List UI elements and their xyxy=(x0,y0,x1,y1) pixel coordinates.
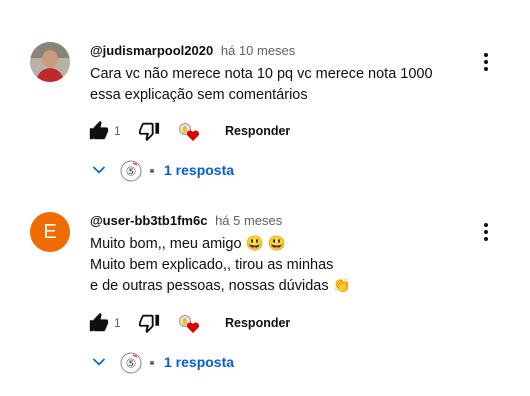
replies-count: 1 resposta xyxy=(164,162,235,178)
chevron-down-icon xyxy=(92,358,106,366)
separator-dot xyxy=(150,361,154,365)
creator-heart-icon: ✋ xyxy=(179,123,200,141)
dislike-button[interactable] xyxy=(138,119,160,143)
comment-time[interactable]: há 10 meses xyxy=(221,43,295,58)
reply-button[interactable]: Responder xyxy=(225,119,290,143)
comment-actions: 1 ✋ Responder xyxy=(88,119,348,143)
replies-count: 1 resposta xyxy=(164,354,235,370)
svg-text:⑤: ⑤ xyxy=(126,357,137,371)
comment-header: @user-bb3tb1fm6c há 5 meses xyxy=(90,213,282,228)
comment-time[interactable]: há 5 meses xyxy=(215,213,282,228)
like-count: 1 xyxy=(114,316,121,330)
like-button[interactable]: 1 xyxy=(88,119,121,143)
comment-line: e de outras pessoas, nossas dúvidas 👏 xyxy=(90,278,351,294)
comment-author[interactable]: @user-bb3tb1fm6c xyxy=(90,213,207,228)
like-count: 1 xyxy=(114,124,121,138)
comment-line: Cara vc não merece nota 10 pq vc merece … xyxy=(90,66,433,82)
comment-text: Cara vc não merece nota 10 pq vc merece … xyxy=(90,64,433,106)
comment-author[interactable]: @judismarpool2020 xyxy=(90,43,213,58)
reply-label: Responder xyxy=(225,124,291,138)
comment-menu-button[interactable] xyxy=(476,220,496,244)
thumb-down-icon xyxy=(138,314,160,334)
comment-text: Muito bom,, meu amigo 😃 😃 Muito bem expl… xyxy=(90,234,351,297)
view-replies-button[interactable]: ⑤ 1 resposta xyxy=(92,159,292,183)
thumb-up-icon xyxy=(89,120,109,140)
avatar[interactable]: E xyxy=(30,212,70,252)
comment-actions: 1 ✋ Responder xyxy=(88,311,348,335)
comment-line: Muito bem explicado,, tirou as minhas xyxy=(90,257,334,273)
dislike-button[interactable] xyxy=(138,311,160,335)
view-replies-button[interactable]: ⑤ 1 resposta xyxy=(92,351,292,375)
avatar-letter: E xyxy=(43,220,57,243)
creator-heart: ✋ xyxy=(176,119,202,143)
more-vert-icon xyxy=(484,223,488,241)
creator-avatar-icon: ⑤ xyxy=(120,352,142,374)
chevron-down-icon xyxy=(92,166,106,174)
thumb-up-icon xyxy=(89,312,109,332)
reply-label: Responder xyxy=(225,316,291,330)
comments-panel: { "comments": [ { "author": "@judismarpo… xyxy=(0,0,530,396)
creator-heart: ✋ xyxy=(176,311,202,335)
comment-line: essa explicação sem comentários xyxy=(90,87,308,103)
separator-dot xyxy=(150,169,154,173)
like-button[interactable]: 1 xyxy=(88,311,121,335)
comment-line: Muito bom,, meu amigo 😃 😃 xyxy=(90,236,286,252)
creator-avatar-icon: ⑤ xyxy=(120,160,142,182)
avatar[interactable] xyxy=(30,42,70,82)
svg-text:⑤: ⑤ xyxy=(126,165,137,179)
reply-button[interactable]: Responder xyxy=(225,311,290,335)
comment-header: @judismarpool2020 há 10 meses xyxy=(90,43,295,58)
comment-menu-button[interactable] xyxy=(476,50,496,74)
avatar-photo xyxy=(30,42,70,82)
thumb-down-icon xyxy=(138,122,160,142)
more-vert-icon xyxy=(484,53,488,71)
creator-heart-icon: ✋ xyxy=(179,315,200,333)
